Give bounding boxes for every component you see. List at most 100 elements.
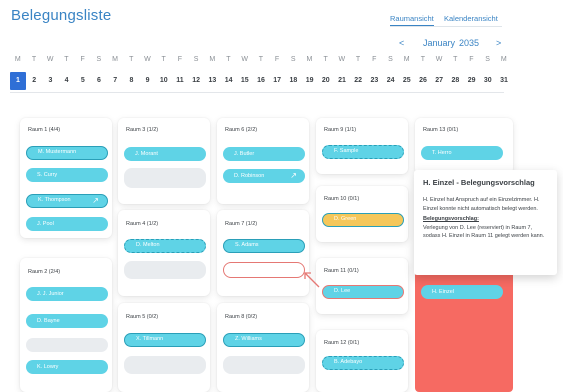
weekday-label: M [403, 56, 410, 63]
room-card-9: Raum 9 (1/1) F. Sample [316, 118, 408, 174]
guest-pill[interactable]: J. Pool [26, 217, 108, 231]
prev-month-button[interactable]: < [399, 38, 404, 48]
tab-raumansicht[interactable]: Raumansicht [390, 14, 434, 26]
day-button[interactable]: 30 [480, 74, 496, 88]
day-button[interactable]: 7 [107, 74, 123, 88]
day-button[interactable]: 16 [253, 74, 269, 88]
day-button[interactable]: 11 [172, 74, 188, 88]
day-button[interactable]: 12 [188, 74, 204, 88]
unassigned-guest-pill[interactable]: H. Einzel [421, 285, 503, 299]
room-label: Raum 9 (1/1) [324, 127, 357, 133]
room-card-4: Raum 4 (1/2) D. Melton [118, 210, 210, 296]
room-label: Raum 10 (0/1) [324, 196, 360, 202]
day-button[interactable]: 9 [140, 74, 156, 88]
guest-pill[interactable]: S. Curry [26, 168, 108, 182]
weekday-label: T [453, 56, 458, 63]
guest-pill-reserved[interactable]: D. Melton [124, 239, 206, 253]
day-button[interactable]: 23 [366, 74, 382, 88]
room-card-2: Raum 2 (2/4) J. J. Junior D. Bayne K. Lo… [20, 258, 112, 392]
empty-slot[interactable] [26, 338, 108, 352]
room-card-5: Raum 5 (0/2) X. Tillmann [118, 303, 210, 392]
weekday-label: T [323, 56, 329, 63]
room-label: Raum 13 (0/1) [423, 127, 459, 133]
weekday-label: M [306, 56, 313, 63]
day-button[interactable]: 19 [302, 74, 318, 88]
day-button[interactable]: 5 [75, 74, 91, 88]
guest-name: D. Robinson [234, 173, 265, 179]
day-button[interactable]: 13 [204, 74, 220, 88]
day-button[interactable]: 27 [431, 74, 447, 88]
day-button[interactable]: 2 [26, 74, 42, 88]
day-button[interactable]: 22 [350, 74, 366, 88]
weekday-label: T [226, 56, 231, 63]
day-button[interactable]: 31 [496, 74, 512, 88]
guest-pill-link[interactable]: K. Thompson ↗ [26, 194, 108, 208]
tab-kalenderansicht[interactable]: Kalenderansicht [444, 14, 498, 23]
guest-pill[interactable]: M. Mustermann [26, 146, 108, 160]
guest-pill-pending[interactable]: D. Green [322, 213, 404, 227]
guest-pill[interactable]: J. J. Junior [26, 287, 108, 301]
day-button[interactable]: 4 [59, 74, 75, 88]
guest-pill-reserved[interactable]: B. Adebayo [322, 356, 404, 370]
day-button[interactable]: 29 [464, 74, 480, 88]
guest-pill[interactable]: J. Morant [124, 147, 206, 161]
day-button[interactable]: 26 [415, 74, 431, 88]
guest-name: K. Thompson [38, 197, 71, 203]
suggested-drop-slot[interactable] [223, 262, 305, 278]
day-button[interactable]: 18 [285, 74, 301, 88]
guest-pill[interactable]: Z. Williams [223, 333, 305, 347]
empty-slot[interactable] [124, 356, 206, 374]
next-month-button[interactable]: > [496, 38, 501, 48]
day-button[interactable]: 14 [221, 74, 237, 88]
room-card-1: Raum 1 (4/4) M. Mustermann S. Curry K. T… [20, 118, 112, 238]
empty-slot[interactable] [223, 356, 305, 374]
day-button[interactable]: 8 [123, 74, 139, 88]
guest-pill[interactable]: D. Bayne [26, 314, 108, 328]
room-label: Raum 2 (2/4) [28, 269, 61, 275]
room-card-6: Raum 6 (2/2) J. Butler D. Robinson ↗ [217, 118, 309, 204]
weekday-label: T [161, 56, 167, 63]
guest-pill[interactable]: J. Butler [223, 147, 305, 161]
guest-pill[interactable]: K. Lowry [26, 360, 108, 374]
guest-pill-conflict[interactable]: D. Lee [322, 285, 404, 299]
tooltip-text: H. Einzel hat Anspruch auf ein Einzelzim… [423, 197, 540, 212]
day-button[interactable]: 15 [237, 74, 253, 88]
day-selected[interactable]: 1 [10, 72, 26, 90]
day-button[interactable]: 17 [269, 74, 285, 88]
weekday-label: F [372, 56, 377, 63]
room-card-3: Raum 3 (1/2) J. Morant [118, 118, 210, 204]
day-button[interactable]: 28 [447, 74, 463, 88]
weekday-label: T [420, 56, 426, 63]
weekday-label: T [129, 56, 134, 63]
weekday-label: M [209, 56, 216, 63]
day-button[interactable]: 3 [42, 74, 58, 88]
day-button[interactable]: 6 [91, 74, 107, 88]
tooltip-subtitle: Belegungsvorschlag: [423, 216, 479, 222]
room-label: Raum 8 (0/2) [225, 314, 258, 320]
weekday-label: M [500, 56, 508, 63]
weekday-label: W [435, 56, 443, 63]
day-button[interactable]: 20 [318, 74, 334, 88]
weekday-label: S [388, 56, 394, 63]
month-label: January [423, 38, 456, 48]
guest-pill[interactable]: T. Herro [421, 146, 503, 160]
weekday-label: W [46, 56, 54, 63]
room-label: Raum 3 (1/2) [126, 127, 159, 133]
guest-pill-link[interactable]: D. Robinson ↗ [223, 169, 305, 183]
day-button[interactable]: 21 [334, 74, 350, 88]
day-button[interactable]: 24 [383, 74, 399, 88]
guest-pill[interactable]: S. Adams [223, 239, 305, 253]
empty-slot[interactable] [124, 168, 206, 188]
room-card-10: Raum 10 (0/1) D. Green [316, 186, 408, 242]
weekday-label: S [96, 56, 102, 63]
day-button[interactable]: 10 [156, 74, 172, 88]
weekday-label: M [112, 56, 119, 63]
room-label: Raum 1 (4/4) [28, 127, 61, 133]
room-label: Raum 4 (1/2) [126, 221, 159, 227]
tooltip-title: H. Einzel - Belegungsvorschlag [423, 178, 535, 187]
guest-pill[interactable]: X. Tillmann [124, 333, 206, 347]
day-button[interactable]: 25 [399, 74, 415, 88]
guest-pill-reserved[interactable]: F. Sample [322, 145, 404, 159]
weekday-label: F [469, 56, 474, 63]
empty-slot[interactable] [124, 261, 206, 279]
